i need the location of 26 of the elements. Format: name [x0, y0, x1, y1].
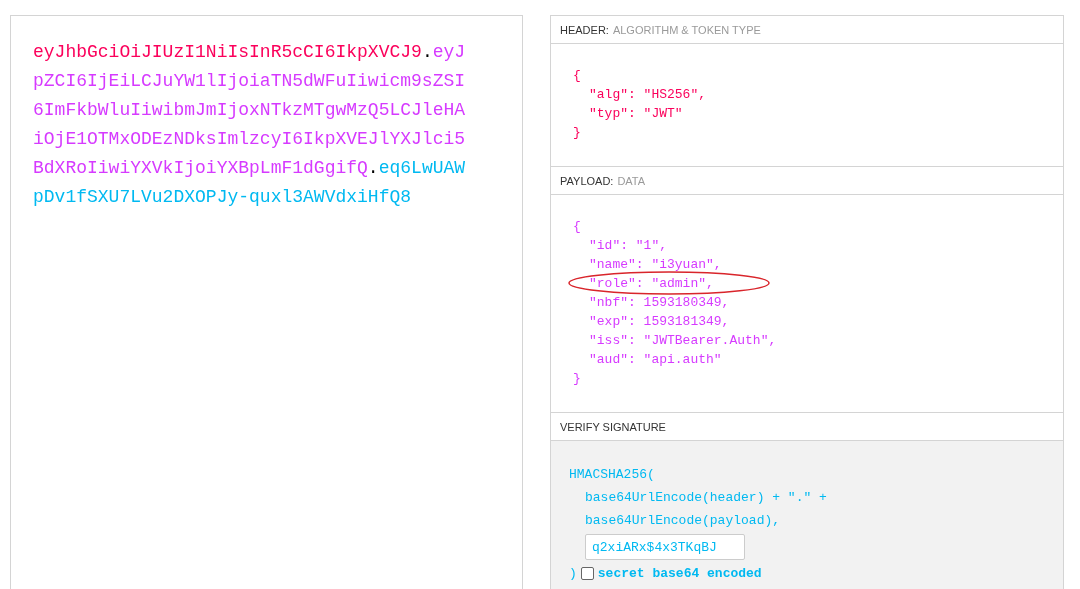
code-line: "nbf": 1593180349,: [589, 295, 730, 310]
section-title: HEADER:: [560, 23, 609, 36]
code-line: }: [573, 125, 581, 140]
encoded-token[interactable]: eyJhbGciOiJIUzI1NiIsInR5cCI6IkpXVCJ9.eyJpZCI6IjEiLCJuYW1lIjoiaTN5dWFuIiwicm9sZSI6ImFkbWluIiwibmJmIjoxNTkzMTgwMzQ5LCJleHAiOjE1OTMxODEzNDksImlzcyI6IkpXVEJlYXJlci5BdXRoIiwiYXVkIjoiYXBpLmF1dGgifQ.eq6LwUAWpDv1fSXU7LVu2DXOPJy-quxl3AWVdxiHfQ8: [33, 38, 473, 212]
section-title: VERIFY SIGNATURE: [560, 420, 666, 433]
code-line: HMACSHA256(: [569, 467, 655, 482]
code-line: {: [573, 219, 581, 234]
code-line: ): [569, 565, 577, 583]
code-line: "alg": "HS256",: [589, 87, 707, 102]
code-line: "exp": 1593181349,: [589, 314, 730, 329]
code-line: "typ": "JWT": [589, 106, 683, 121]
secret-field[interactable]: q2xiARx$4x3TKqBJ: [585, 534, 745, 560]
code-line: {: [573, 68, 581, 83]
section-subtitle: ALGORITHM & TOKEN TYPE: [612, 23, 761, 36]
code-line: "id": "1",: [589, 238, 667, 253]
checkbox[interactable]: [580, 567, 594, 580]
section-subtitle: DATA: [617, 174, 646, 187]
code-line: "role": "admin",: [589, 276, 714, 291]
code-line: base64UrlEncode(payload),: [585, 513, 781, 528]
code-line: "name": "i3yuan",: [589, 257, 722, 272]
code-line: "iss": "JWTBearer.Auth",: [589, 333, 777, 348]
checkbox-label: secret base64 encoded: [597, 565, 762, 583]
code-line: }: [573, 371, 581, 386]
section-title: PAYLOAD:: [560, 174, 614, 187]
code-line: base64UrlEncode(header) + "." +: [585, 490, 827, 505]
code-line: "aud": "api.auth": [589, 352, 722, 367]
